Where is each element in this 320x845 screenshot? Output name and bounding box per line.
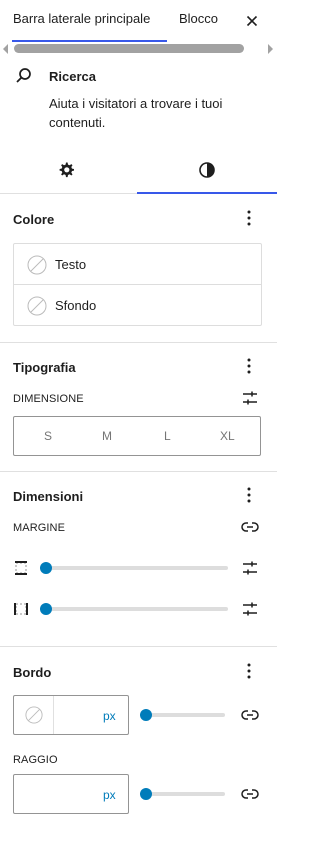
empty-color-swatch-icon	[27, 255, 47, 275]
radius-label: RAGGIO	[13, 754, 58, 766]
tab-main-sidebar[interactable]: Barra laterale principale	[13, 11, 150, 26]
typography-panel-title: Tipografia	[13, 360, 76, 375]
scroll-left-arrow-icon[interactable]	[2, 44, 10, 54]
border-color-picker[interactable]	[14, 696, 54, 734]
link-sides-icon[interactable]	[240, 517, 260, 537]
color-panel-title: Colore	[13, 212, 55, 227]
empty-color-swatch-icon	[25, 706, 43, 724]
block-description: Aiuta i visitatori a trovare i tuoi cont…	[49, 96, 223, 130]
font-size-option-l[interactable]: L	[164, 429, 171, 443]
color-options-kebab-icon[interactable]	[240, 209, 258, 227]
link-border-sides-icon[interactable]	[240, 705, 260, 725]
empty-color-swatch-icon	[27, 296, 47, 316]
color-list: Testo Sfondo	[13, 243, 262, 326]
panel-divider	[0, 646, 277, 647]
font-size-picker: S M L XL	[13, 416, 261, 456]
margin-horizontal-thumb[interactable]	[40, 603, 52, 615]
active-subtab-indicator	[137, 192, 277, 194]
border-options-kebab-icon[interactable]	[240, 662, 258, 680]
border-width-thumb[interactable]	[140, 709, 152, 721]
close-icon[interactable]	[244, 13, 260, 29]
tab-block[interactable]: Blocco	[179, 11, 218, 26]
sidebar-tabs: Barra laterale principale Blocco	[0, 0, 277, 42]
margin-vertical-icon	[15, 561, 27, 575]
panel-divider	[0, 471, 277, 472]
border-width-unit[interactable]: px	[103, 709, 116, 723]
border-radius-unit[interactable]: px	[103, 788, 116, 802]
border-width-track[interactable]	[140, 713, 225, 717]
dimensions-panel-title: Dimensioni	[13, 489, 84, 504]
dimensions-options-kebab-icon[interactable]	[240, 486, 258, 504]
margin-vertical-thumb[interactable]	[40, 562, 52, 574]
border-radius-thumb[interactable]	[140, 788, 152, 800]
block-inspector-tabs	[0, 148, 277, 194]
border-radius-track[interactable]	[140, 792, 225, 796]
color-item-background[interactable]: Sfondo	[14, 285, 261, 326]
margin-horizontal-icon	[14, 603, 28, 615]
search-icon	[16, 68, 31, 83]
color-item-text[interactable]: Testo	[14, 244, 261, 285]
margin-vertical-settings-icon[interactable]	[240, 558, 260, 578]
settings-gear-icon[interactable]	[56, 160, 76, 180]
margin-label: MARGINE	[13, 522, 66, 534]
font-size-label: DIMENSIONE	[13, 393, 84, 405]
custom-size-settings-icon[interactable]	[240, 388, 260, 408]
color-item-label: Testo	[55, 257, 87, 272]
margin-horizontal-track[interactable]	[40, 607, 228, 611]
typography-options-kebab-icon[interactable]	[240, 357, 258, 375]
panel-divider	[0, 342, 277, 343]
font-size-option-xl[interactable]: XL	[220, 429, 235, 443]
scrollbar-thumb[interactable]	[14, 44, 244, 53]
styles-contrast-icon[interactable]	[197, 160, 217, 180]
scroll-right-arrow-icon[interactable]	[266, 44, 274, 54]
block-title: Ricerca	[49, 69, 96, 84]
border-panel-title: Bordo	[13, 665, 52, 680]
link-radius-corners-icon[interactable]	[240, 784, 260, 804]
font-size-option-m[interactable]: M	[102, 429, 112, 443]
margin-vertical-track[interactable]	[40, 566, 228, 570]
margin-horizontal-settings-icon[interactable]	[240, 599, 260, 619]
font-size-option-s[interactable]: S	[44, 429, 52, 443]
color-item-label: Sfondo	[55, 298, 97, 313]
border-width-input[interactable]: px	[13, 695, 129, 735]
border-radius-input[interactable]: px	[13, 774, 129, 814]
